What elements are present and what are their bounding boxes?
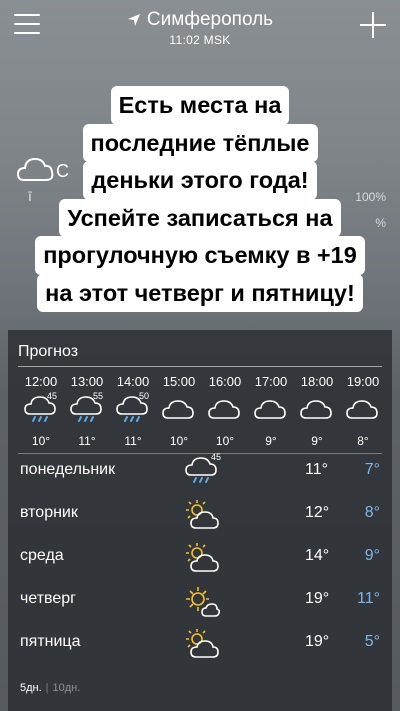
day-min-temp: 11° <box>356 590 380 607</box>
range-switch: 5дн. | 10дн. <box>20 682 80 694</box>
sun-cloud-icon <box>186 543 219 572</box>
rain-cloud-icon: 45 <box>18 391 64 430</box>
add-location-button[interactable] <box>360 12 386 38</box>
hour-item: 13:00 55 11° <box>64 374 110 448</box>
day-min-temp: 8° <box>364 504 380 521</box>
divider <box>18 366 382 367</box>
cloud-icon <box>202 394 248 430</box>
hour-time: 19:00 <box>346 374 380 389</box>
daily-row[interactable]: четверг 19° 11° <box>8 581 392 623</box>
hour-time: 17:00 <box>254 374 288 389</box>
hour-time: 18:00 <box>300 374 334 389</box>
hour-item: 17:00 9° <box>248 374 294 448</box>
hour-item: 15:00 10° <box>156 374 202 448</box>
hour-temp: 10° <box>31 434 51 448</box>
sun-small-cloud-icon <box>186 587 220 617</box>
forecast-panel: Прогноз 12:00 45 10° 13:00 55 11° 14:00 … <box>8 330 392 711</box>
day-max-temp: 19° <box>305 590 330 607</box>
top-bar: Симферополь 11:02 MSK <box>0 0 400 56</box>
day-min-temp: 5° <box>364 633 380 650</box>
daily-row[interactable]: среда 14° 9° <box>8 538 392 580</box>
hour-temp: 10° <box>169 434 189 448</box>
hour-temp: 8° <box>357 434 369 448</box>
rain-cloud-icon: 50 <box>110 391 156 430</box>
hour-temp: 10° <box>215 434 235 448</box>
promo-line: деньки этого года! <box>83 161 317 200</box>
precip-probability: 45 <box>47 391 58 401</box>
hour-temp: 9° <box>265 434 277 448</box>
hour-time: 16:00 <box>208 374 242 389</box>
rain-cloud-icon: 55 <box>64 391 110 430</box>
hour-item: 16:00 10° <box>202 374 248 448</box>
promo-line: Есть места на <box>110 86 290 125</box>
day-name: понедельник <box>20 461 116 478</box>
promo-line: Успейте записаться на <box>59 198 341 237</box>
cloud-icon <box>340 394 386 430</box>
city-selector[interactable]: Симферополь <box>127 9 273 31</box>
promo-line: прогулочную съемку в +19 <box>35 236 365 275</box>
city-name: Симферополь <box>146 9 274 30</box>
day-name: четверг <box>20 590 76 607</box>
day-name: среда <box>20 547 64 564</box>
cloud-icon <box>156 394 202 430</box>
hour-time: 14:00 <box>116 374 150 389</box>
sun-cloud-icon <box>186 629 219 658</box>
location-arrow-icon <box>127 14 140 26</box>
day-max-temp: 14° <box>305 547 330 564</box>
hour-temp: 11° <box>124 434 142 448</box>
hour-item: 14:00 50 11° <box>110 374 156 448</box>
day-max-temp: 11° <box>305 461 329 478</box>
hour-time: 15:00 <box>162 374 196 389</box>
range-10-days[interactable]: 10дн. <box>53 682 81 694</box>
precip-probability: 50 <box>139 391 150 401</box>
hour-item: 12:00 45 10° <box>18 374 64 448</box>
precip-probability: 55 <box>93 391 104 401</box>
hour-temp: 11° <box>78 434 96 448</box>
promo-line: на этот четверг и пятницу! <box>37 273 363 312</box>
daily-row[interactable]: понедельник 45 11° 7° <box>8 452 392 494</box>
day-max-temp: 12° <box>305 504 330 521</box>
hour-temp: 9° <box>311 434 323 448</box>
hour-time: 13:00 <box>70 374 104 389</box>
promo-overlay: Есть места на последние тёплые деньки эт… <box>0 86 400 312</box>
hour-item: 19:00 8° <box>340 374 386 448</box>
location-header: Симферополь 11:02 MSK <box>0 9 400 47</box>
cloud-icon <box>294 394 340 430</box>
daily-row[interactable]: вторник 12° 8° <box>8 495 392 537</box>
day-name: вторник <box>20 504 78 521</box>
day-min-temp: 7° <box>364 461 380 478</box>
hour-time: 12:00 <box>24 374 58 389</box>
promo-line: последние тёплые <box>82 123 318 162</box>
range-5-days[interactable]: 5дн. <box>20 682 42 694</box>
hour-item: 18:00 9° <box>294 374 340 448</box>
day-min-temp: 9° <box>364 547 380 564</box>
daily-row[interactable]: пятница 19° 5° <box>8 624 392 666</box>
day-name: пятница <box>20 633 81 650</box>
range-separator: | <box>45 682 49 694</box>
forecast-title: Прогноз <box>18 343 79 360</box>
local-time: 11:02 MSK <box>169 33 231 47</box>
sun-cloud-icon <box>186 500 219 529</box>
day-max-temp: 19° <box>305 633 330 650</box>
precip-probability: 45 <box>211 452 222 462</box>
cloud-icon <box>248 394 294 430</box>
